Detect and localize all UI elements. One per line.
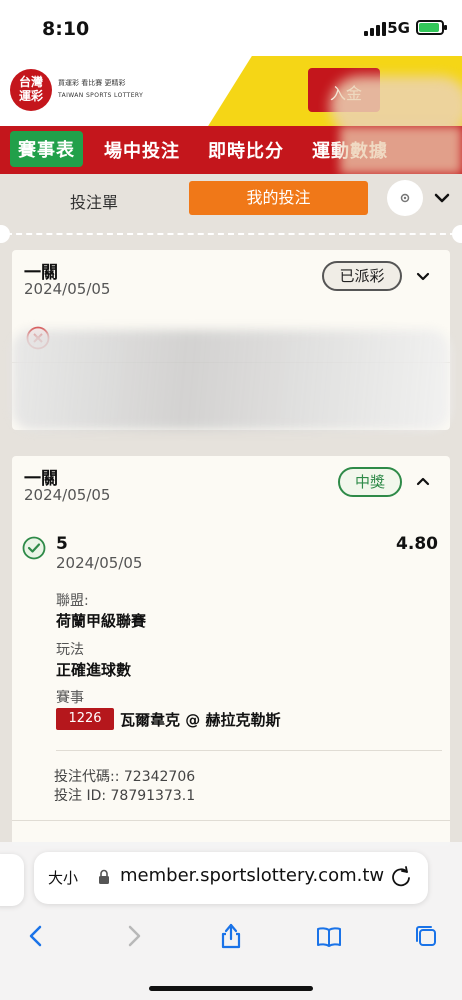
reload-icon[interactable] <box>390 866 412 888</box>
chevron-down-icon[interactable] <box>415 268 431 284</box>
redacted-area <box>12 330 450 430</box>
status-badge: 已派彩 <box>322 261 402 291</box>
back-icon[interactable] <box>22 922 50 950</box>
status-bar: 8:10 5G <box>0 0 462 56</box>
url-text[interactable]: member.sportslottery.com.tw <box>120 865 384 886</box>
tab-my-bets[interactable]: 我的投注 <box>189 181 368 215</box>
divider <box>56 750 442 751</box>
status-time: 8:10 <box>42 18 90 40</box>
event-label: 賽事 <box>56 690 84 706</box>
address-bar[interactable]: 大小 member.sportslottery.com.tw <box>34 852 428 904</box>
logo-english: TAIWAN SPORTS LOTTERY <box>58 92 144 99</box>
nav-item-live-betting[interactable]: 場中投注 <box>104 137 180 163</box>
odds: 4.80 <box>396 534 438 554</box>
event-name: 瓦爾韋克 @ 赫拉克勒斯 <box>120 711 281 729</box>
nav-item-live-scores[interactable]: 即時比分 <box>208 137 284 163</box>
tab-bet-slip[interactable]: 投注單 <box>70 189 118 213</box>
selection: 5 <box>56 534 68 554</box>
bookmarks-icon[interactable] <box>315 922 343 950</box>
bet-date: 2024/05/05 <box>24 486 111 504</box>
won-check-icon <box>22 536 46 560</box>
share-icon[interactable] <box>217 922 245 950</box>
signal-icon <box>364 22 386 36</box>
bet-card[interactable]: 一關 2024/05/05 已派彩 <box>12 250 450 430</box>
redacted-area <box>330 76 462 126</box>
browser-toolbar: 大小 member.sportslottery.com.tw <box>0 842 462 1000</box>
bet-card[interactable]: 一關 2024/05/05 中獎 5 4.80 2024/05/05 聯盟: 荷… <box>12 456 450 846</box>
market-label: 玩法 <box>56 642 84 658</box>
logo-line2: 運彩 <box>18 89 43 103</box>
network-type: 5G <box>387 19 410 37</box>
text-size-button[interactable]: 大小 <box>48 867 78 888</box>
logo-tagline: 買運彩 看比賽 更精彩 <box>58 79 126 87</box>
gear-icon <box>400 193 410 203</box>
lock-icon <box>99 869 109 884</box>
previous-tab-card[interactable] <box>0 854 24 906</box>
ticket-divider <box>6 233 456 235</box>
league-value: 荷蘭甲級聯賽 <box>56 612 147 630</box>
site-logo[interactable]: 台灣 運彩 <box>10 69 52 111</box>
bet-date: 2024/05/05 <box>24 280 111 298</box>
chevron-down-icon[interactable] <box>432 188 452 208</box>
selection-date: 2024/05/05 <box>56 554 143 572</box>
home-indicator <box>149 986 313 991</box>
market-value: 正確進球數 <box>56 661 132 679</box>
bet-tabs: 投注單 我的投注 <box>0 174 462 226</box>
status-badge: 中獎 <box>338 467 402 497</box>
league-label: 聯盟: <box>56 593 89 609</box>
battery-icon <box>416 20 447 35</box>
bet-id: 投注 ID: 78791373.1 <box>54 788 196 804</box>
logo-line1: 台灣 <box>18 75 43 89</box>
settings-button[interactable] <box>387 180 423 216</box>
chevron-up-icon[interactable] <box>415 474 431 490</box>
tabs-icon[interactable] <box>412 922 440 950</box>
divider <box>12 820 450 821</box>
nav-item-schedule[interactable]: 賽事表 <box>10 131 83 167</box>
redacted-area <box>340 126 462 174</box>
site-header: 台灣 運彩 買運彩 看比賽 更精彩 TAIWAN SPORTS LOTTERY … <box>0 56 462 126</box>
event-code: 1226 <box>56 708 114 730</box>
main-nav: 賽事表 場中投注 即時比分 運動數據 <box>0 126 462 174</box>
bet-code: 投注代碼:: 72342706 <box>54 769 196 785</box>
forward-icon[interactable] <box>120 922 148 950</box>
